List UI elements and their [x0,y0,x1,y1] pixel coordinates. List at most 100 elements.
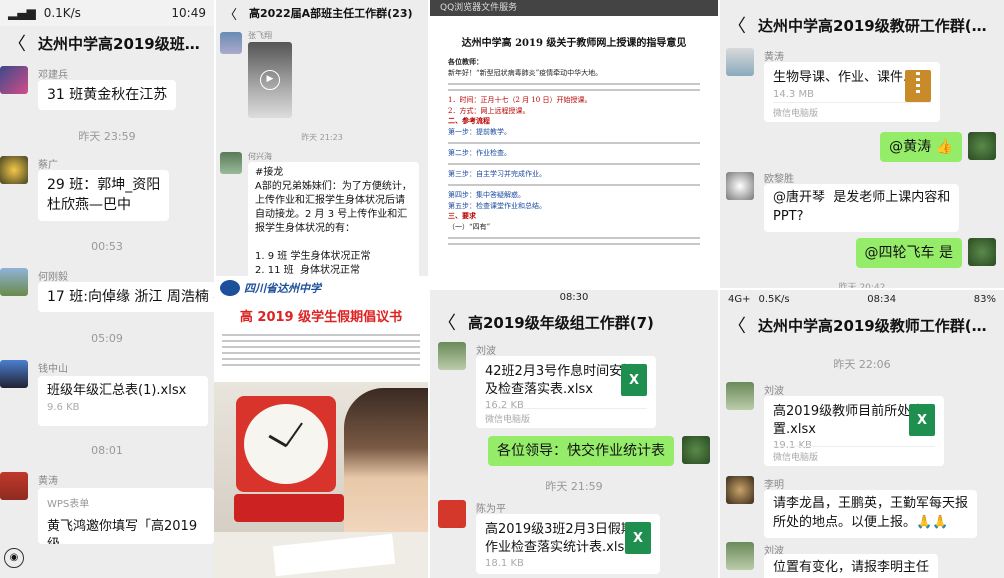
file-size: 9.6 KB [47,401,80,413]
sender-name: 刘波 [476,346,496,357]
back-icon[interactable]: 〈 [224,4,237,23]
video-thumbnail[interactable]: ▶ [248,42,292,118]
message-bubble-self[interactable]: @四轮飞车 是 [855,238,962,269]
message-bubble[interactable]: 请李龙昌，王鹏英，王勤军每天报 所处的地点。以便上报。🙏🙏 [764,490,978,538]
message-bubble[interactable]: 31 班黄金秋在江苏 [38,80,177,111]
document-page: 达州中学高 2019 级关于教师网上授课的指导意见 各位教师： 新年好！“新型冠… [438,22,710,284]
sender-name: 何兴海 [248,152,272,161]
timestamp: 05:09 [91,332,123,345]
timestamp: 昨天 23:59 [78,130,136,143]
avatar[interactable] [0,268,28,296]
excel-file-icon: X [625,522,651,554]
file-card[interactable]: 班级年级汇总表(1).xlsx 9.6 KB [38,376,208,426]
avatar[interactable] [0,472,28,500]
avatar[interactable] [726,542,754,570]
file-card[interactable]: 高2019级教师目前所处位 置.xlsx 19.1 KB X 微信电脑版 [764,396,944,466]
zip-file-icon [905,70,931,102]
back-icon[interactable]: 〈 [728,312,746,338]
poster-text-lines [222,330,420,370]
chat-title: 达州中学高2019级教师工作群(141) [758,316,996,335]
back-icon[interactable]: 〈 [728,12,746,38]
avatar[interactable] [726,48,754,76]
file-source: 微信电脑版 [773,446,935,463]
avatar[interactable] [0,156,28,184]
chat-panel-research: 〈 达州中学高2019级教研工作群(18) 黄涛 生物导课、作业、课件.zip … [720,0,1004,288]
chat-header: 〈 高2019级年级组工作群(7) [430,304,718,340]
poster-panel: 四川省达州中学 高 2019 级学生假期倡议书 [214,276,428,578]
signal-icon: ▂▄▆ [8,6,36,20]
avatar-self[interactable] [968,238,996,266]
chat-title: 高2019级年级组工作群(7) [468,313,654,332]
timestamp: 昨天 21:23 [301,133,343,142]
avatar[interactable] [726,382,754,410]
timestamp: 00:53 [91,240,123,253]
chat-title: 高2022届A部班主任工作群(23) [249,7,413,20]
message-bubble[interactable]: 29 班：郭坤_资阳 杜欣燕—巴中 [38,170,170,221]
clock-frame [236,396,336,492]
status-bar: ▂▄▆ 0.1K/s 10:49 [0,0,214,26]
avatar[interactable] [0,360,28,388]
chat-title: 达州中学高2019级教研工作群(18) [758,16,996,35]
chat-header: 〈 达州中学高2019级班主任工作群 [0,26,214,60]
message-bubble-self[interactable]: 各位领导：快交作业统计表 [488,436,674,467]
sender-name: 邓建兵 [38,70,68,81]
status-bar: 08:30 [430,290,718,304]
file-card[interactable]: 42班2月3号作息时间安排 及检查落实表.xlsx 16.2 KB X 微信电脑… [476,356,656,428]
chat-panel-grade2022: 〈 高2022届A部班主任工作群(23) 张飞翔 ▶ 昨天 21:23 何兴海 … [216,0,428,282]
avatar-self[interactable] [682,436,710,464]
avatar[interactable] [220,32,242,54]
message-bubble[interactable]: 17 班:向倬缘 浙江 周浩楠 福 [38,282,214,313]
file-size: 18.1 KB [485,558,524,570]
chat-panel-grade-group: 08:30 〈 高2019级年级组工作群(7) 刘波 42班2月3号作息时间安排… [430,290,718,578]
avatar[interactable] [220,152,242,174]
excel-file-icon: X [621,364,647,396]
avatar[interactable] [438,342,466,370]
chat-header: 〈 高2022届A部班主任工作群(23) [216,0,428,26]
student-figure [344,388,428,538]
card-source: WPS表单 [47,499,90,510]
message-bubble-self[interactable]: @黄涛 👍 [880,132,962,163]
net-speed: 0.5K/s [758,293,790,305]
card-text: 黄飞鸿邀你填写「高2019级 [47,519,198,544]
school-name: 四川省达州中学 [244,282,321,295]
clock: 08:30 [559,291,589,303]
signal-icon: 4G+ [728,293,751,305]
school-logo [220,280,240,296]
timestamp: 昨天 20:42 [838,283,886,288]
timestamp: 昨天 21:59 [545,480,603,493]
doc-body: 各位教师： 新年好！“新型冠状病毒肺炎”疫情牵动中华大地。 1．时间：正月十七（… [438,57,710,246]
status-bar: 4G+ 0.5K/s 08:34 83% [720,290,1004,308]
doc-title: 达州中学高 2019 级关于教师网上授课的指导意见 [461,38,687,49]
sender-name: 钱中山 [38,364,68,375]
avatar-self[interactable] [968,132,996,160]
avatar[interactable] [0,66,28,94]
back-icon[interactable]: 〈 [438,309,456,335]
file-name: 班级年级汇总表(1).xlsx [47,383,187,398]
photo-student-clock [214,382,428,578]
voice-input-icon[interactable]: ◉ [4,548,24,568]
sender-name: 蔡广 [38,160,58,171]
timestamp: 08:01 [91,444,123,457]
sender-name: 李明 [764,480,784,491]
sender-name: 何刚毅 [38,272,68,283]
timestamp: 昨天 22:06 [833,358,891,371]
message-bubble[interactable]: 位置有变化，请报李明主任 [764,554,939,578]
sender-name: 张飞翔 [248,31,272,40]
wps-form-card[interactable]: WPS表单 黄飞鸿邀你填写「高2019级 [38,488,214,544]
file-card[interactable]: 高2019级3班2月3日假期 作业检查落实统计表.xlsx 18.1 KB X [476,514,660,574]
avatar[interactable] [726,172,754,200]
file-source: 微信电脑版 [485,408,647,425]
avatar[interactable] [726,476,754,504]
chat-title: 达州中学高2019级班主任工作群 [38,34,206,53]
avatar[interactable] [438,500,466,528]
net-speed: 0.1K/s [43,6,81,20]
message-bubble[interactable]: @唐开琴 是发老师上课内容和 PPT? [764,184,960,232]
excel-file-icon: X [909,404,935,436]
file-card[interactable]: 生物导课、作业、课件.zip 14.3 MB 微信电脑版 [764,62,940,122]
sender-name: 黄涛 [764,52,784,63]
back-icon[interactable]: 〈 [8,30,26,56]
message-bubble[interactable]: #接龙 A部的兄弟姊妹们：为了方便统计， 上传作业和汇报学生身体状况后请 自动接… [248,162,419,280]
play-icon[interactable]: ▶ [260,70,280,90]
chat-panel-class-teachers: ▂▄▆ 0.1K/s 10:49 〈 达州中学高2019级班主任工作群 邓建兵 … [0,0,214,578]
doc-viewer-header: QQ浏览器文件服务 [430,0,718,16]
